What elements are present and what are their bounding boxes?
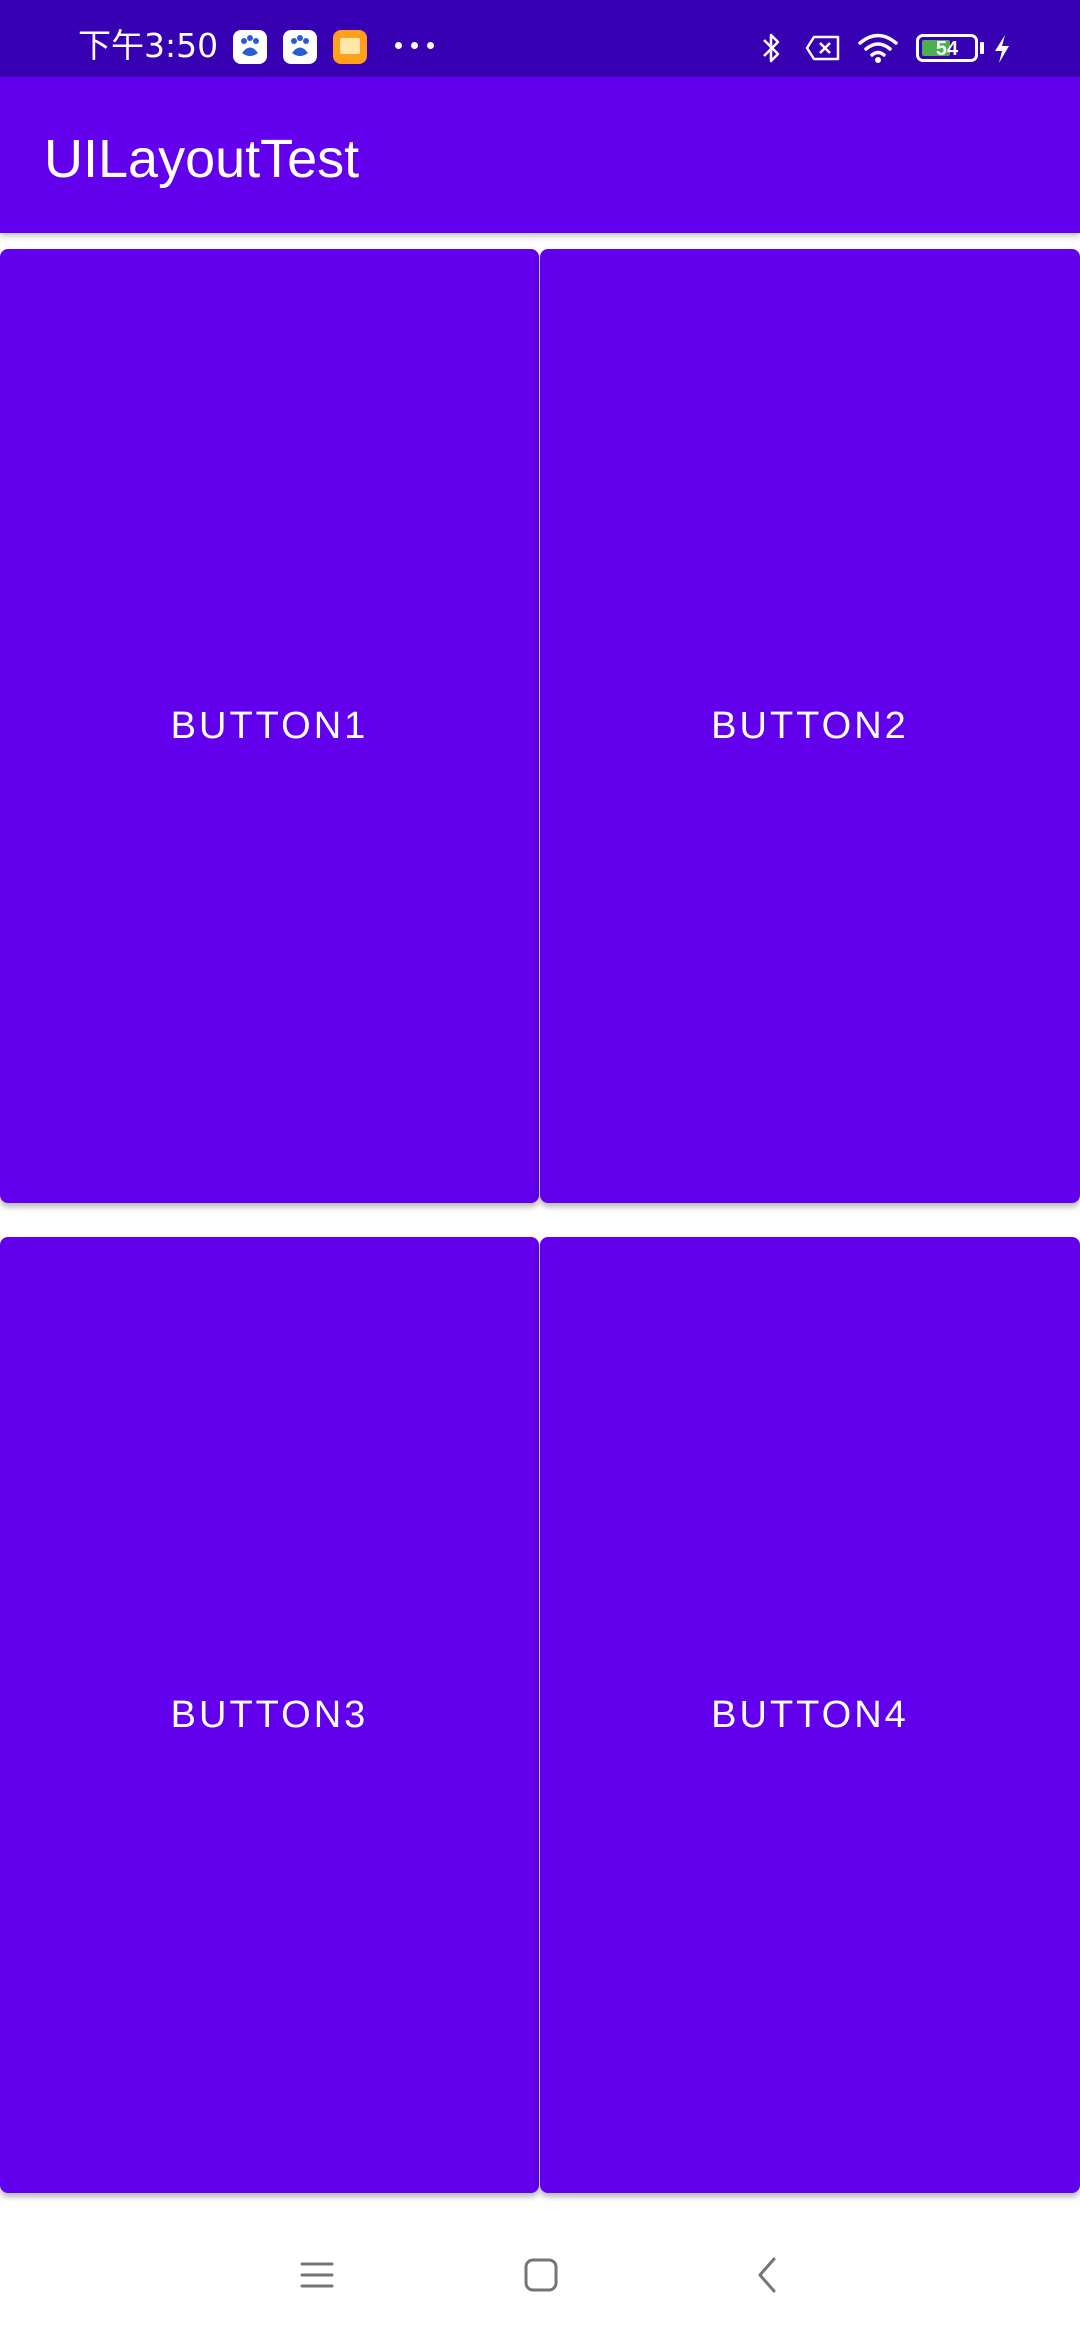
baidu-app-icon xyxy=(283,30,317,64)
app-bar: UILayoutTest xyxy=(0,77,1080,233)
button4[interactable]: BUTTON4 xyxy=(540,1237,1080,2193)
button3[interactable]: BUTTON3 xyxy=(0,1237,539,2193)
baidu-app-icon xyxy=(233,30,267,64)
battery-level: 54 xyxy=(935,38,959,60)
wifi-icon xyxy=(858,33,898,63)
app-title: UILayoutTest xyxy=(44,129,360,189)
status-bar: 下午3:50 54 xyxy=(0,0,1080,77)
navigation-bar xyxy=(0,2210,1080,2340)
back-icon[interactable] xyxy=(755,2256,779,2294)
charging-icon xyxy=(995,35,1009,63)
button2[interactable]: BUTTON2 xyxy=(540,249,1080,1203)
menu-icon[interactable] xyxy=(300,2260,334,2290)
more-dots-icon xyxy=(395,42,435,50)
bluetooth-icon xyxy=(763,33,780,63)
battery-icon: 54 xyxy=(916,34,978,62)
no-sim-icon xyxy=(805,35,840,61)
battery-nub xyxy=(980,42,984,54)
button1[interactable]: BUTTON1 xyxy=(0,249,539,1203)
status-time: 下午3:50 xyxy=(78,26,219,65)
home-icon[interactable] xyxy=(523,2257,559,2293)
books-app-icon xyxy=(333,30,367,64)
